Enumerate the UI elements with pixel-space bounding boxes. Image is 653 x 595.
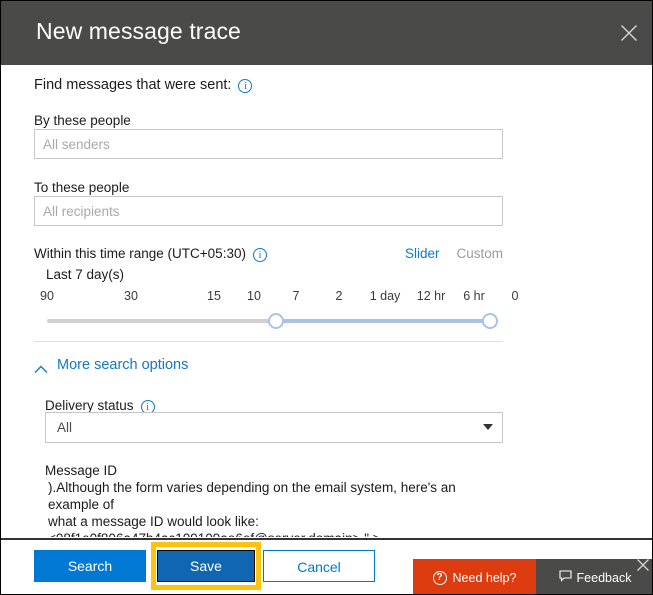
slider-tick-90: 90 — [40, 289, 54, 303]
info-icon[interactable]: i — [252, 247, 267, 262]
time-range-header: Within this time range (UTC+05:30) i Sli… — [34, 246, 503, 262]
slider-track[interactable] — [47, 313, 498, 329]
message-id-section: Message ID ).Although the form varies de… — [45, 463, 505, 537]
time-range-label: Within this time range (UTC+05:30) — [34, 246, 246, 261]
slider-tick-6hr: 6 hr — [463, 289, 485, 303]
question-circle-icon: ? — [432, 570, 447, 585]
slider-selected-range — [276, 319, 490, 323]
save-button[interactable]: Save — [157, 550, 255, 582]
slider-tick-10: 10 — [247, 289, 261, 303]
time-range-mode-custom[interactable]: Custom — [456, 246, 503, 261]
info-icon[interactable]: i — [238, 79, 253, 93]
by-these-people-label: By these people — [34, 113, 131, 128]
cancel-button[interactable]: Cancel — [263, 550, 375, 582]
slider-tick-12hr: 12 hr — [416, 289, 446, 303]
need-help-label: Need help? — [452, 570, 517, 585]
message-id-description-line3: <08f1e0f806a47b4ac109109ae6ef@server.dom… — [45, 530, 505, 537]
slider-tick-15: 15 — [207, 289, 221, 303]
to-these-people-label: To these people — [34, 180, 130, 195]
dialog-body: Find messages that were sent: i By these… — [1, 65, 652, 537]
feedback-label: Feedback — [576, 570, 632, 585]
page-title: New message trace — [36, 18, 241, 44]
delivery-status-label: Delivery status — [45, 398, 134, 413]
need-help-button[interactable]: ? Need help? — [413, 559, 536, 594]
slider-tick-labels: 90 30 15 10 7 2 1 day 12 hr 6 hr 0 — [34, 289, 518, 307]
more-search-options-label: More search options — [57, 357, 189, 373]
slider-tick-7: 7 — [292, 289, 300, 303]
chevron-down-icon — [483, 424, 493, 430]
dialog-header: New message trace — [1, 1, 652, 65]
more-search-options-toggle[interactable]: More search options — [34, 357, 188, 373]
slider-handle-end[interactable] — [482, 313, 498, 329]
slider-tick-1day: 1 day — [369, 289, 401, 303]
by-these-people-input[interactable] — [34, 129, 503, 159]
speech-bubble-icon — [558, 570, 572, 585]
find-messages-heading: Find messages that were sent: i — [34, 77, 253, 93]
delivery-status-select[interactable]: All — [45, 412, 503, 443]
close-icon[interactable] — [612, 17, 646, 49]
section-divider — [34, 341, 503, 342]
close-icon[interactable] — [636, 558, 652, 574]
message-id-label: Message ID — [45, 463, 118, 478]
time-range-summary: Last 7 day(s) — [46, 267, 125, 282]
time-range-mode-slider[interactable]: Slider — [405, 246, 440, 261]
search-button[interactable]: Search — [34, 550, 146, 582]
feedback-button[interactable]: Feedback — [536, 558, 652, 594]
time-range-slider[interactable]: 90 30 15 10 7 2 1 day 12 hr 6 hr 0 — [34, 289, 518, 331]
slider-tick-0: 0 — [511, 289, 519, 303]
new-message-trace-dialog: New message trace Find messages that wer… — [0, 0, 653, 595]
find-messages-label: Find messages that were sent: — [34, 77, 232, 93]
message-id-description-line1: ).Although the form varies depending on … — [48, 480, 456, 512]
slider-tick-2: 2 — [335, 289, 343, 303]
time-range-mode-toggle: Slider Custom — [405, 246, 503, 261]
chevron-up-icon — [34, 361, 48, 373]
delivery-status-value: All — [57, 420, 73, 435]
to-these-people-input[interactable] — [34, 196, 503, 226]
slider-handle-start[interactable] — [268, 313, 284, 329]
message-id-description-line2: what a message ID would look like: — [48, 514, 259, 529]
help-feedback-strip: ? Need help? Feedback — [413, 558, 652, 594]
delivery-status-label-group: Delivery status i — [45, 398, 155, 414]
slider-tick-30: 30 — [124, 289, 138, 303]
time-range-label-group: Within this time range (UTC+05:30) i — [34, 246, 267, 262]
